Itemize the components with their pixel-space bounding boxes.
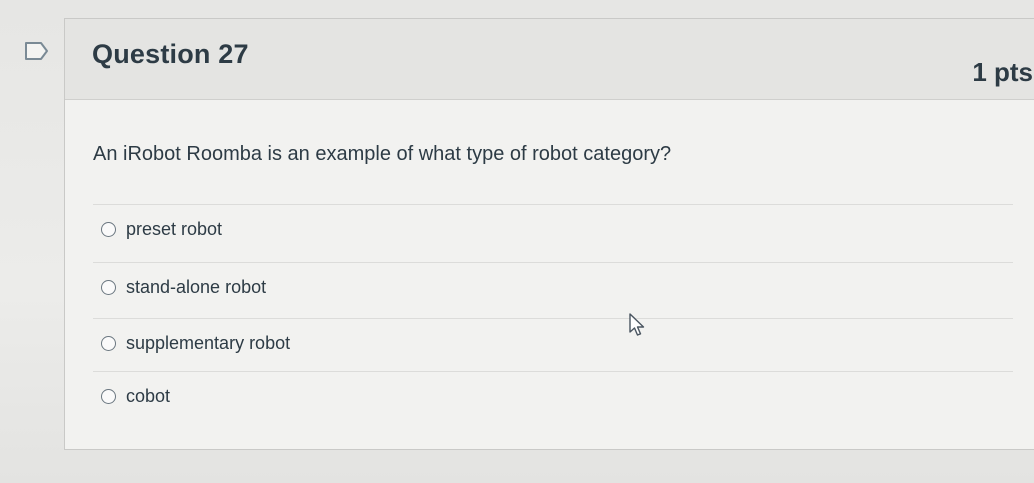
answer-label[interactable]: preset robot bbox=[126, 219, 222, 240]
question-card: Question 27 1 pts An iRobot Roomba is an… bbox=[64, 18, 1034, 450]
radio-button[interactable] bbox=[101, 280, 116, 295]
answer-option[interactable]: preset robot bbox=[93, 204, 1013, 254]
question-title: Question 27 bbox=[92, 39, 249, 69]
answer-option[interactable]: stand-alone robot bbox=[93, 262, 1013, 312]
question-text: An iRobot Roomba is an example of what t… bbox=[93, 143, 672, 165]
radio-button[interactable] bbox=[101, 336, 116, 351]
answer-label[interactable]: supplementary robot bbox=[126, 333, 290, 354]
radio-button[interactable] bbox=[101, 389, 116, 404]
radio-button[interactable] bbox=[101, 222, 116, 237]
answer-option[interactable]: supplementary robot bbox=[93, 318, 1013, 368]
answer-option[interactable]: cobot bbox=[93, 371, 1013, 421]
question-header: Question 27 1 pts bbox=[65, 19, 1034, 100]
quiz-page: Question 27 1 pts An iRobot Roomba is an… bbox=[0, 0, 1034, 483]
answer-label[interactable]: cobot bbox=[126, 386, 170, 407]
mouse-pointer-icon bbox=[629, 313, 645, 336]
flag-question-icon[interactable] bbox=[24, 40, 50, 62]
answer-label[interactable]: stand-alone robot bbox=[126, 277, 266, 298]
question-points: 1 pts bbox=[972, 57, 1033, 87]
